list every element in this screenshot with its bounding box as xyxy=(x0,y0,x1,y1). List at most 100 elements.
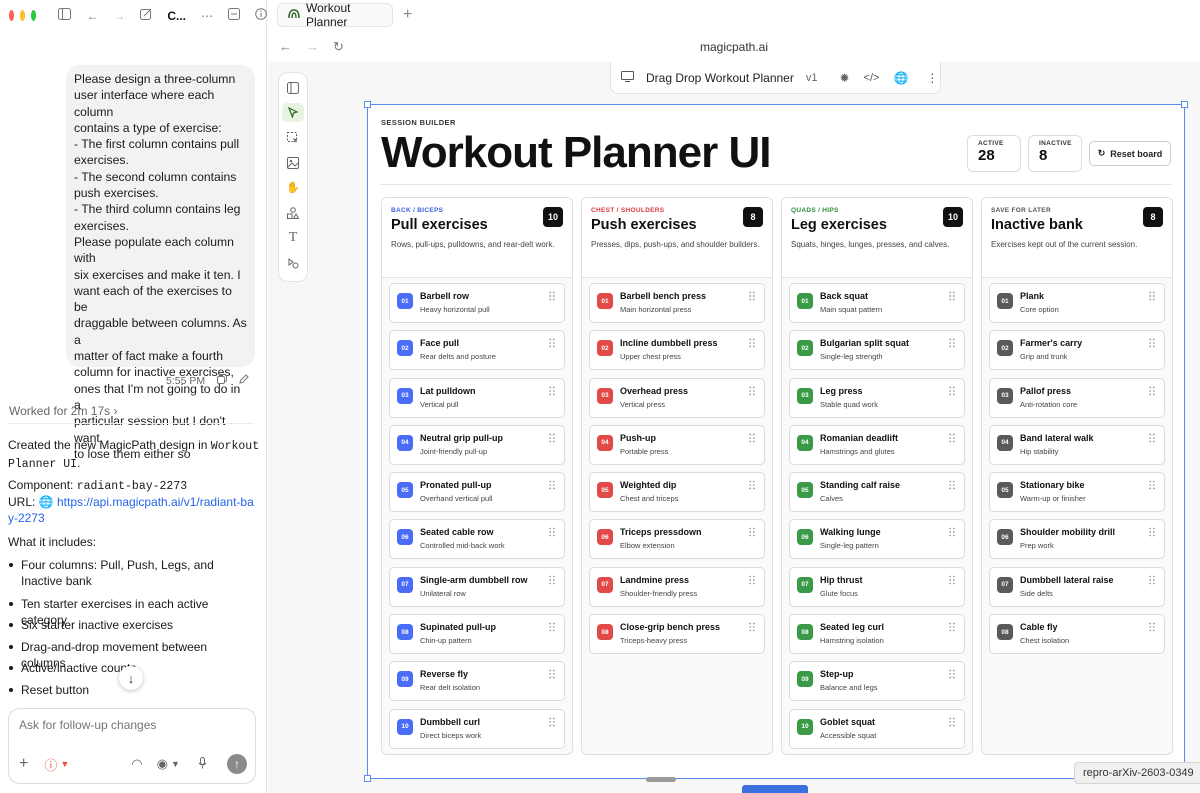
drag-handle-icon[interactable] xyxy=(549,386,555,396)
exercise-card[interactable]: 02 Bulgarian split squat Single-leg streng… xyxy=(789,330,965,371)
drag-handle-icon[interactable] xyxy=(749,622,755,632)
design-version[interactable]: v1 xyxy=(806,72,818,84)
drag-handle-icon[interactable] xyxy=(1149,622,1155,632)
exercise-card[interactable]: 10 Goblet squat Accessible squat xyxy=(789,708,965,749)
copy-icon[interactable] xyxy=(217,374,228,387)
panel-icon[interactable] xyxy=(228,8,240,23)
drag-handle-icon[interactable] xyxy=(1149,433,1155,443)
drag-handle-icon[interactable] xyxy=(549,338,555,348)
drag-handle-icon[interactable] xyxy=(949,480,955,490)
components-tool-icon[interactable] xyxy=(282,253,304,272)
design-canvas[interactable]: ✋ T Drag Drop Workout Planner v1 ✹ </> 🌐… xyxy=(268,62,1200,793)
exercise-card[interactable]: 08 Supinated pull-up Chin-up pattern xyxy=(389,614,565,655)
drag-handle-icon[interactable] xyxy=(949,338,955,348)
exercise-list[interactable]: 01 Barbell row Heavy horizontal pull 02 Face… xyxy=(382,278,572,749)
drag-handle-icon[interactable] xyxy=(749,575,755,585)
exercise-column[interactable]: QUADS / HIPS Leg exercises Squats, hinges,… xyxy=(781,197,973,755)
drag-handle-icon[interactable] xyxy=(1149,386,1155,396)
drag-handle-icon[interactable] xyxy=(749,527,755,537)
drag-handle-icon[interactable] xyxy=(749,386,755,396)
code-icon[interactable]: </> xyxy=(864,72,880,84)
exercise-card[interactable]: 05 Standing calf raise Calves xyxy=(789,472,965,513)
drag-handle-icon[interactable] xyxy=(549,291,555,301)
exercise-card[interactable]: 07 Hip thrust Glute focus xyxy=(789,566,965,607)
exercise-card[interactable]: 03 Leg press Stable quad work xyxy=(789,377,965,418)
shapes-tool-icon[interactable] xyxy=(282,203,304,222)
exercise-card[interactable]: 07 Dumbbell lateral raise Side delts xyxy=(989,566,1165,607)
exercise-card[interactable]: 05 Stationary bike Warm-up or finisher xyxy=(989,472,1165,513)
resize-handle[interactable] xyxy=(1181,101,1188,108)
drag-handle-icon[interactable] xyxy=(1149,480,1155,490)
selected-frame[interactable]: SESSION BUILDER Workout Planner UI ACTIV… xyxy=(364,101,1188,782)
exercise-card[interactable]: 03 Pallof press Anti-rotation core xyxy=(989,377,1165,418)
browser-tab[interactable]: Workout Planner xyxy=(277,1,393,29)
exercise-card[interactable]: 06 Shoulder mobility drill Prep work xyxy=(989,519,1165,560)
chevron-down-icon[interactable]: ▼ xyxy=(60,759,69,769)
scroll-down-button[interactable]: ↓ xyxy=(119,666,143,690)
worked-duration[interactable]: Worked for 2m 17s › xyxy=(9,404,118,418)
new-tab-icon[interactable]: + xyxy=(403,6,412,24)
drag-handle-icon[interactable] xyxy=(949,575,955,585)
exercise-card[interactable]: 01 Barbell row Heavy horizontal pull xyxy=(389,283,565,323)
exercise-card[interactable]: 06 Walking lunge Single-leg pattern xyxy=(789,519,965,560)
drag-handle-icon[interactable] xyxy=(1149,527,1155,537)
drag-handle-icon[interactable] xyxy=(549,527,555,537)
image-tool-icon[interactable] xyxy=(282,153,304,172)
exercise-card[interactable]: 01 Plank Core option xyxy=(989,283,1165,323)
close-window-button[interactable] xyxy=(9,10,15,21)
exercise-card[interactable]: 08 Close-grip bench press Triceps-heavy pr… xyxy=(589,614,765,655)
chevron-down-icon[interactable]: ▼ xyxy=(171,759,180,769)
drag-handle-icon[interactable] xyxy=(949,622,955,632)
more-options-icon[interactable]: ⋮ xyxy=(926,71,938,85)
exercise-card[interactable]: 04 Neutral grip pull-up Joint-friendly pul… xyxy=(389,424,565,465)
exercise-list[interactable]: 01 Back squat Main squat pattern 02 Bulgaria… xyxy=(782,278,972,749)
layers-panel-icon[interactable] xyxy=(282,78,304,97)
drag-handle-icon[interactable] xyxy=(1149,338,1155,348)
drag-handle-icon[interactable] xyxy=(549,575,555,585)
model-selector-icon[interactable]: ◉ xyxy=(157,756,168,772)
exercise-card[interactable]: 10 Dumbbell curl Direct biceps work xyxy=(389,708,565,749)
scroll-handle[interactable] xyxy=(646,777,676,782)
exercise-card[interactable]: 03 Lat pulldown Vertical pull xyxy=(389,377,565,418)
exercise-card[interactable]: 04 Romanian deadlift Hamstrings and glutes xyxy=(789,424,965,465)
forward-arrow-icon[interactable]: → xyxy=(113,9,125,23)
drag-handle-icon[interactable] xyxy=(749,338,755,348)
exercise-card[interactable]: 05 Pronated pull-up Overhand vertical pull xyxy=(389,472,565,513)
drag-handle-icon[interactable] xyxy=(549,669,555,679)
zoom-window-button[interactable] xyxy=(31,10,37,21)
exercise-card[interactable]: 01 Back squat Main squat pattern xyxy=(789,283,965,323)
drag-handle-icon[interactable] xyxy=(1149,575,1155,585)
text-tool-icon[interactable]: T xyxy=(282,228,304,247)
reset-board-button[interactable]: ↻ Reset board xyxy=(1089,141,1171,166)
send-button[interactable]: ↑ xyxy=(227,754,247,774)
url-text[interactable]: magicpath.ai xyxy=(268,40,1200,54)
exercise-card[interactable]: 05 Weighted dip Chest and triceps xyxy=(589,472,765,513)
globe-icon[interactable]: 🌐 xyxy=(893,71,908,85)
exercise-card[interactable]: 04 Band lateral walk Hip stability xyxy=(989,424,1165,465)
exercise-card[interactable]: 06 Triceps pressdown Elbow extension xyxy=(589,519,765,560)
drag-handle-icon[interactable] xyxy=(549,480,555,490)
exercise-card[interactable]: 02 Incline dumbbell press Upper chest pres… xyxy=(589,330,765,371)
drag-handle-icon[interactable] xyxy=(949,291,955,301)
hand-tool-icon[interactable]: ✋ xyxy=(282,178,304,197)
drag-handle-icon[interactable] xyxy=(949,669,955,679)
drag-handle-icon[interactable] xyxy=(749,433,755,443)
exercise-card[interactable]: 04 Push-up Portable press xyxy=(589,424,765,465)
exercise-card[interactable]: 08 Cable fly Chest isolation xyxy=(989,614,1165,655)
exercise-column[interactable]: CHEST / SHOULDERS Push exercises Presses, … xyxy=(581,197,773,755)
exercise-card[interactable]: 07 Single-arm dumbbell row Unilateral row xyxy=(389,566,565,607)
minimize-window-button[interactable] xyxy=(20,10,26,21)
cursor-tool-icon[interactable] xyxy=(282,103,304,122)
composer[interactable]: + ⓘ ▼ ◠ ◉ ▼ ↑ xyxy=(8,708,256,784)
exercise-card[interactable]: 02 Face pull Rear delts and posture xyxy=(389,330,565,371)
exercise-card[interactable]: 06 Seated cable row Controlled mid-back wo… xyxy=(389,519,565,560)
edit-icon[interactable] xyxy=(239,374,249,387)
exercise-list[interactable]: 01 Plank Core option 02 Farmer's carry Grip a… xyxy=(982,278,1172,655)
exercise-column[interactable]: BACK / BICEPS Pull exercises Rows, pull-up… xyxy=(381,197,573,755)
plus-icon[interactable]: + xyxy=(19,755,28,773)
drag-handle-icon[interactable] xyxy=(1149,291,1155,301)
warning-icon[interactable]: ⓘ xyxy=(44,755,57,774)
exercise-card[interactable]: 09 Step-up Balance and legs xyxy=(789,661,965,702)
drag-handle-icon[interactable] xyxy=(949,386,955,396)
exercise-card[interactable]: 02 Farmer's carry Grip and trunk xyxy=(989,330,1165,371)
